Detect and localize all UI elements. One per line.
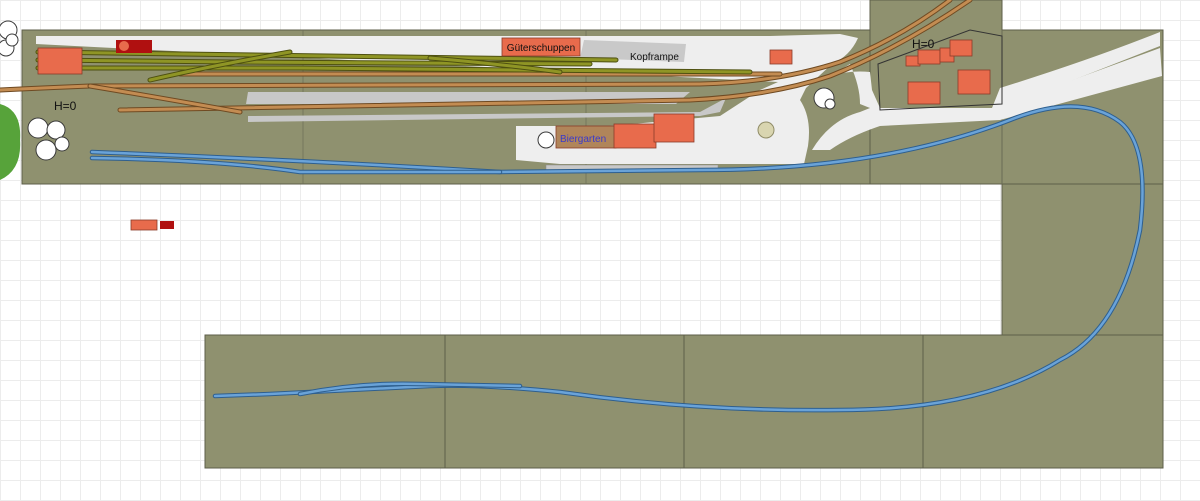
green-patch — [0, 104, 21, 180]
tree-icon — [537, 131, 555, 149]
round-feature — [757, 121, 775, 139]
label-height-left: H=0 — [54, 99, 77, 113]
label-biergarten: Biergarten — [560, 134, 606, 145]
building-small-top — [769, 49, 793, 65]
loose-wagon — [130, 219, 158, 231]
baseboard-right-middle — [1001, 183, 1164, 336]
building-village-2 — [917, 49, 941, 65]
baseboard-bottom-1 — [204, 334, 446, 469]
building-village-4 — [949, 39, 973, 57]
label-height-right: H=0 — [912, 37, 935, 51]
tree-icon — [813, 87, 836, 110]
building-biergarten-house-1 — [613, 123, 657, 149]
locomotive-light — [119, 41, 129, 51]
tree-icon — [0, 20, 19, 57]
label-kopframpe: Kopframpe — [630, 52, 679, 63]
building-village-5 — [907, 81, 941, 105]
baseboard-bottom-4 — [922, 334, 1164, 469]
baseboard-bottom-3 — [683, 334, 924, 469]
loose-locomotive — [160, 221, 174, 229]
track-plan: Güterschuppen Kopframpe Biergarten H=0 H… — [0, 0, 1164, 469]
label-gueterschuppen: Güterschuppen — [507, 43, 575, 54]
building-biergarten-house-2 — [653, 113, 695, 143]
building-village-6 — [957, 69, 991, 95]
building-left-end — [37, 47, 83, 75]
